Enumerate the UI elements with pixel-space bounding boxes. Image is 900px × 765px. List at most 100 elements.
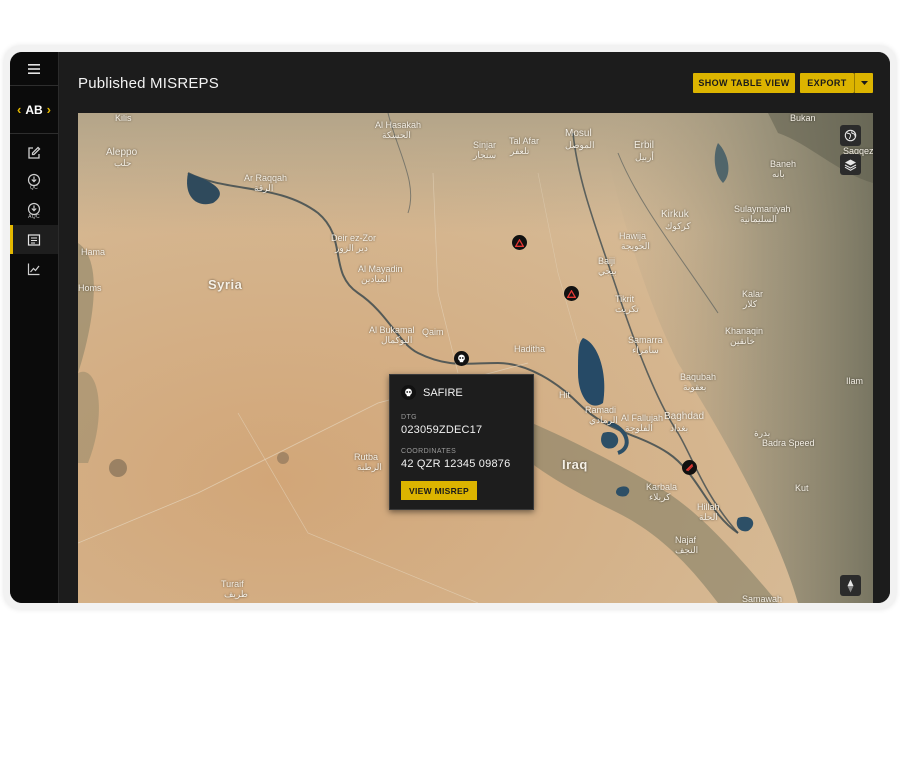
warning-triangle-icon	[567, 289, 576, 298]
chart-line-icon	[27, 263, 40, 275]
sidebar-item-qc[interactable]: QC	[10, 167, 58, 196]
map-label: Mosul	[565, 128, 592, 139]
coordinates-label: COORDINATES	[401, 448, 457, 455]
satellite-terrain	[78, 113, 873, 603]
map-label: Kirkuk	[661, 209, 689, 220]
map-label-country: Syria	[208, 277, 243, 292]
map-label: Kilis	[115, 113, 132, 123]
map-label: Hit	[559, 390, 570, 400]
map-label: Ar Raqqah	[244, 173, 288, 183]
sidebar-item-edit[interactable]	[10, 138, 58, 167]
compass-icon	[847, 579, 854, 592]
skull-icon	[458, 354, 465, 363]
threat-marker[interactable]	[512, 235, 527, 250]
page-title: Published MISREPS	[78, 75, 219, 92]
layers-button[interactable]	[840, 154, 861, 175]
map-label: Al Bukamal	[369, 325, 415, 335]
map-label: الحلة	[699, 512, 718, 522]
map-label: سامراء	[632, 345, 659, 355]
map-label: دير الزور	[335, 243, 368, 253]
map-label: Kalar	[742, 289, 764, 299]
map-label-country: Iraq	[562, 457, 588, 472]
map-label: الفلوجة	[625, 423, 653, 433]
event-type: SAFIRE	[423, 386, 463, 399]
map-label: Khanaqin	[725, 326, 764, 336]
hamburger-icon	[28, 63, 40, 74]
map-label: البوكمال	[381, 335, 413, 345]
map-label: Tal Afar	[509, 136, 540, 146]
coordinates-value: 42 QZR 12345 09876	[401, 458, 511, 470]
map-label: Al Fallujah	[621, 413, 664, 423]
map-label: Kut	[795, 483, 809, 493]
map-label: سنجار	[473, 150, 497, 160]
unit-code: AB	[25, 102, 43, 117]
map-label: Haditha	[514, 344, 546, 354]
globe-icon	[844, 129, 857, 142]
map-label: بيجي	[598, 266, 617, 276]
sidebar-item-aqc[interactable]: AQC	[10, 196, 58, 225]
slash-icon	[685, 463, 694, 472]
map-label: Baqubah	[680, 372, 717, 382]
popup-header: SAFIRE	[401, 385, 463, 400]
map-label: Homs	[78, 283, 102, 293]
map-label: بغداد	[670, 423, 689, 433]
map-label: Ramadi	[585, 405, 617, 415]
skull-icon	[401, 385, 416, 400]
chevron-left-icon[interactable]: ‹	[17, 102, 21, 117]
misrep-popup: SAFIRE DTG 023059ZDEC17 COORDINATES 42 Q…	[389, 374, 534, 510]
map-label: أربيل	[635, 152, 654, 162]
chevron-right-icon[interactable]: ›	[47, 102, 51, 117]
dtg-label: DTG	[401, 414, 417, 421]
map-label: بعقوبة	[683, 382, 707, 392]
map-label: Baghdad	[664, 411, 705, 422]
app-window: ‹ AB › QC AQC Published MISREPS SHOW TAB…	[10, 52, 890, 603]
show-table-view-button[interactable]: SHOW TABLE VIEW	[693, 73, 795, 93]
map-label: Samarra	[628, 335, 663, 345]
sidebar: ‹ AB › QC AQC	[10, 52, 59, 603]
map-label: Turaif	[221, 579, 244, 589]
map-label: حلب	[114, 158, 132, 168]
threat-marker[interactable]	[564, 286, 579, 301]
warning-triangle-icon	[515, 238, 524, 247]
map-label: النجف	[675, 545, 699, 555]
map-label: Erbil	[634, 140, 655, 151]
map-view[interactable]: Kilis Al Hasakah الحسكة Mosul الموصل Erb…	[78, 113, 873, 603]
map-label: تكريت	[615, 304, 639, 314]
map-label: Baiji	[598, 256, 616, 266]
sidebar-item-analytics[interactable]	[10, 254, 58, 283]
map-label: كركوك	[665, 221, 691, 231]
basemap-button[interactable]	[840, 125, 861, 146]
sidebar-item-sub: QC	[29, 184, 39, 191]
unit-switcher: ‹ AB ›	[10, 86, 58, 134]
map-label: كلار	[743, 299, 758, 309]
map-label: Tikrit	[615, 294, 635, 304]
sidebar-item-reports[interactable]	[10, 225, 58, 254]
map-label: Al Mayadin	[358, 264, 403, 274]
map-label: Sinjar	[473, 140, 497, 150]
map-label: Qaim	[422, 327, 444, 337]
map-label: الحويجة	[621, 241, 650, 251]
map-label: Bukan	[790, 113, 816, 123]
map-label: Rutba	[354, 452, 379, 462]
map-label: Hawija	[619, 231, 647, 241]
view-misrep-button[interactable]: VIEW MISREP	[401, 481, 477, 500]
map-label: Hama	[81, 247, 106, 257]
edit-icon	[28, 146, 41, 159]
map-label: تلعفر	[510, 146, 530, 156]
map-label: كربلاء	[649, 492, 671, 502]
map-label: الرقة	[254, 183, 274, 193]
map-label: بانه	[772, 169, 785, 179]
main-content: Published MISREPS SHOW TABLE VIEW EXPORT	[59, 52, 890, 603]
menu-button[interactable]	[10, 52, 58, 86]
incident-marker[interactable]	[682, 460, 697, 475]
map-label: Badra Speed	[762, 438, 815, 448]
map-label: Najaf	[675, 535, 697, 545]
compass-button[interactable]	[840, 575, 861, 596]
export-dropdown-button[interactable]	[854, 73, 873, 93]
safire-marker[interactable]	[454, 351, 469, 366]
map-label: السليمانية	[740, 214, 777, 224]
map-label: الميادين	[361, 274, 391, 284]
map-label: الحسكة	[382, 130, 411, 140]
map-label: Ilam	[846, 376, 864, 386]
export-button[interactable]: EXPORT	[800, 73, 854, 93]
